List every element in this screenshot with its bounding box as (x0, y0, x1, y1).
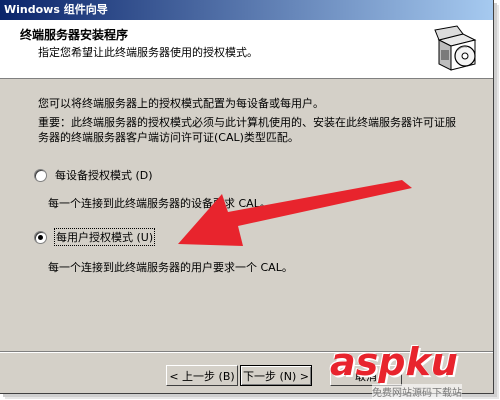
watermark: aspku 免费网站源码下载站 (330, 340, 500, 400)
header-subtitle: 指定您希望让此终端服务器使用的授权模式。 (38, 46, 258, 59)
window-title: Windows 组件向导 (4, 3, 108, 16)
wizard-content: 您可以将终端服务器上的授权模式配置为每设备或每用户。 重要：此终端服务器的授权模… (0, 79, 493, 349)
important-note: 重要：此终端服务器的授权模式必须与此计算机使用的、安装在此终端服务器许可证服务器… (38, 116, 456, 144)
per-device-radio[interactable] (34, 168, 47, 182)
wizard-window: Windows 组件向导 终端服务器安装程序 指定您希望让此终端服务器使用的授权… (0, 0, 494, 394)
header-title: 终端服务器安装程序 (20, 28, 129, 42)
intro-text: 您可以将终端服务器上的授权模式配置为每设备或每用户。 (38, 97, 324, 110)
installer-box-cd-icon (434, 25, 477, 71)
back-button[interactable]: < 上一步 (B) (166, 365, 238, 386)
watermark-logo: aspku (330, 340, 458, 384)
per-device-description: 每一个连接到此终端服务器的设备要求 CAL。 (48, 197, 271, 210)
per-user-label[interactable]: 每用户授权模式 (U) (53, 228, 156, 246)
wizard-header: 终端服务器安装程序 指定您希望让此终端服务器使用的授权模式。 (0, 20, 493, 79)
watermark-subtext: 免费网站源码下载站 (372, 384, 462, 399)
per-device-option[interactable]: 每设备授权模式 (D) (34, 167, 153, 183)
per-user-radio[interactable] (34, 230, 47, 244)
per-user-description: 每一个连接到此终端服务器的用户要求一个 CAL。 (48, 261, 293, 274)
title-bar[interactable]: Windows 组件向导 (0, 0, 493, 20)
next-button[interactable]: 下一步 (N) > (240, 365, 312, 386)
per-device-label[interactable]: 每设备授权模式 (D) (55, 167, 153, 183)
per-user-option[interactable]: 每用户授权模式 (U) (34, 228, 156, 246)
